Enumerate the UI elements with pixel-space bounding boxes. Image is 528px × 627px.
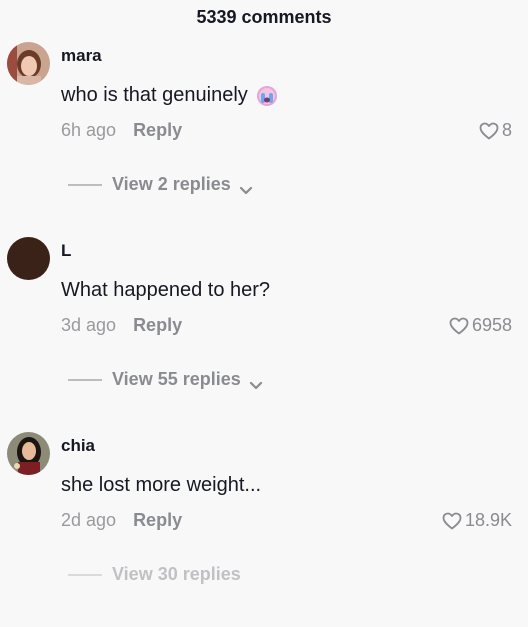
chevron-down-icon [249,375,263,389]
reply-button[interactable]: Reply [133,315,182,336]
chevron-down-icon [239,180,253,194]
username[interactable]: mara [61,46,102,66]
like-button[interactable]: 18.9K [442,510,512,531]
divider [68,573,102,576]
heart-outline-icon [479,122,499,140]
like-button[interactable]: 6958 [449,315,512,336]
view-replies-label: View 2 replies [112,174,231,194]
comment-count: 5339 comments [196,7,332,27]
like-button[interactable]: 8 [479,120,512,141]
username[interactable]: L [61,241,71,261]
comment-meta: 6h ago Reply [61,120,182,141]
view-replies-button[interactable]: View 2 replies [68,174,253,195]
comments-header: 5339 comments [0,0,528,34]
like-count: 8 [501,120,512,140]
divider [68,183,102,186]
comment-text: What happened to her? [61,279,270,302]
comment-text: she lost more weight... [61,474,261,497]
avatar[interactable] [7,42,50,85]
like-count: 18.9K [464,510,512,530]
heart-outline-icon [449,317,469,335]
reply-button[interactable]: Reply [133,120,182,141]
like-count: 6958 [471,315,512,335]
heart-outline-icon [442,512,462,530]
view-replies-button[interactable]: View 30 replies [68,564,241,585]
comment-text-content: she lost more weight... [61,474,262,496]
username[interactable]: chia [61,436,95,456]
avatar[interactable] [7,237,50,280]
comment-text-content: who is that genuinely [61,84,248,106]
comment-time: 3d ago [61,315,117,335]
view-replies-button[interactable]: View 55 replies [68,369,263,390]
reply-button[interactable]: Reply [133,510,182,531]
divider [68,378,102,381]
comment-item: chia she lost more weight... 2d ago Repl… [0,432,528,627]
avatar[interactable] [7,432,50,475]
view-replies-label: View 30 replies [112,564,241,584]
view-replies-label: View 55 replies [112,369,241,389]
comment-text-content: What happened to her? [61,279,271,301]
comment-meta: 2d ago Reply [61,510,182,531]
crying-face-icon [256,85,278,107]
comment-item: mara who is that genuinely 6h ago Reply … [0,42,528,237]
comment-time: 2d ago [61,510,117,530]
comment-item: L What happened to her? 3d ago Reply 695… [0,237,528,432]
comment-time: 6h ago [61,120,117,140]
comment-meta: 3d ago Reply [61,315,182,336]
comment-text: who is that genuinely [61,84,278,107]
